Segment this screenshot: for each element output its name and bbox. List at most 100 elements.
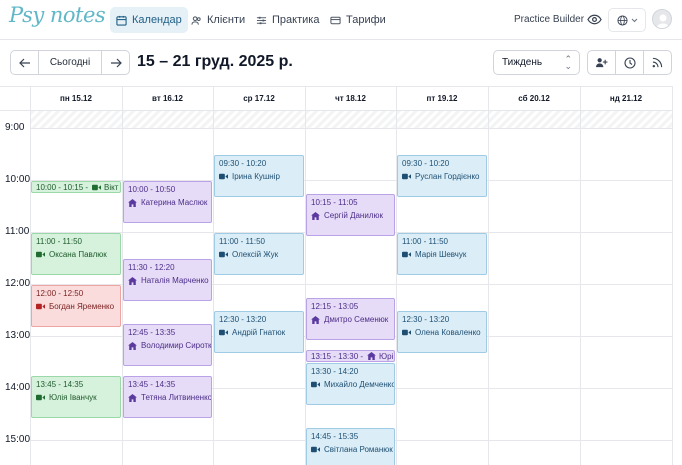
- event-client: Світлана Романюк: [311, 444, 393, 455]
- history-button[interactable]: [615, 50, 644, 75]
- all-day-slot[interactable]: [31, 111, 122, 128]
- nav-clients[interactable]: Клієнти: [185, 7, 251, 33]
- appointment-event[interactable]: 12:45 - 13:35 Володимир Сироткін: [123, 324, 212, 367]
- day-header[interactable]: сб 20.12: [488, 86, 580, 110]
- event-client-name: Михайло Демченко: [324, 380, 395, 389]
- today-button[interactable]: Сьогодні: [38, 50, 102, 75]
- home-icon: [128, 393, 137, 402]
- appointment-event[interactable]: 14:45 - 15:35 Світлана Романюк: [306, 428, 395, 465]
- event-time: 12:00 - 12:50: [36, 289, 84, 298]
- eye-icon[interactable]: [586, 12, 602, 26]
- user-avatar[interactable]: [652, 9, 672, 29]
- nav-calendar-label: Календар: [132, 14, 182, 26]
- all-day-slot[interactable]: [581, 111, 672, 128]
- next-week-button[interactable]: [101, 50, 130, 75]
- calendar-scrollbar[interactable]: [672, 86, 682, 465]
- nav-tariffs-label: Тарифи: [346, 14, 386, 26]
- all-day-slot[interactable]: [397, 111, 488, 128]
- app-logo[interactable]: Psy notes: [9, 3, 106, 27]
- appointment-event[interactable]: 10:00 - 10:15 - Вікт: [31, 181, 121, 193]
- clock-icon: [623, 56, 636, 69]
- users-icon: [191, 15, 201, 25]
- day-header[interactable]: вт 16.12: [122, 86, 213, 110]
- event-time: 12:30 - 13:20: [219, 315, 267, 324]
- day-column-divider: [213, 86, 214, 465]
- day-header[interactable]: чт 18.12: [305, 86, 396, 110]
- hour-label: 13:00: [5, 330, 31, 341]
- appointment-event[interactable]: 12:00 - 12:50 Богдан Яременко: [31, 285, 121, 328]
- appointment-event[interactable]: 11:00 - 11:50 Олексій Жук: [214, 233, 304, 276]
- event-client: Дмитро Семенюк: [311, 314, 390, 325]
- appointment-event[interactable]: 11:30 - 12:20 Наталія Марченко: [123, 259, 212, 302]
- event-client-name: Богдан Яременко: [49, 302, 115, 311]
- nav-calendar[interactable]: Календар: [110, 7, 188, 33]
- event-client-name: Андрій Гнатюк: [232, 328, 286, 337]
- day-column-divider: [580, 86, 581, 465]
- day-header[interactable]: пт 19.12: [396, 86, 488, 110]
- event-time: 10:00 - 10:15 -: [36, 182, 89, 192]
- arrow-left-icon: [18, 58, 30, 67]
- video-icon: [219, 173, 228, 180]
- add-client-button[interactable]: [587, 50, 616, 75]
- appointment-event[interactable]: 13:15 - 13:30 - Юрі: [306, 350, 395, 362]
- event-client-name: Ірина Кушнір: [232, 172, 280, 181]
- hour-label: 15:00: [5, 434, 31, 445]
- event-time: 10:15 - 11:05: [311, 198, 358, 207]
- video-icon: [219, 251, 228, 258]
- appointment-event[interactable]: 13:45 - 14:35 Юлія Іванчук: [31, 376, 121, 419]
- event-client: Юрі: [367, 352, 393, 361]
- event-client-name: Дмитро Семенюк: [324, 315, 389, 324]
- event-client: Оксана Павлюк: [36, 249, 116, 260]
- event-time: 11:00 - 11:50: [219, 237, 265, 246]
- day-header[interactable]: пн 15.12: [30, 86, 122, 110]
- event-client: Олексій Жук: [219, 249, 299, 260]
- appointment-event[interactable]: 11:00 - 11:50 Марія Шевчук: [397, 233, 487, 276]
- event-client: Марія Шевчук: [402, 249, 482, 260]
- all-day-slot[interactable]: [214, 111, 305, 128]
- date-range-title: 15 – 21 груд. 2025 р.: [137, 53, 293, 70]
- video-icon: [92, 184, 102, 190]
- prev-week-button[interactable]: [10, 50, 39, 75]
- day-column-divider: [488, 86, 489, 465]
- language-selector[interactable]: [608, 8, 646, 32]
- event-client: Вікт: [92, 183, 118, 192]
- all-day-slot[interactable]: [123, 111, 213, 128]
- event-client-name: Олена Коваленко: [415, 328, 481, 337]
- event-client-name: Марія Шевчук: [415, 250, 467, 259]
- home-icon: [128, 341, 137, 350]
- day-header[interactable]: ср 17.12: [213, 86, 305, 110]
- home-icon: [311, 315, 320, 324]
- appointment-event[interactable]: 10:15 - 11:05 Сергій Данилюк: [306, 194, 395, 237]
- event-client-name: Юлія Іванчук: [49, 393, 97, 402]
- nav-practice[interactable]: Практика: [250, 7, 325, 33]
- arrow-right-icon: [110, 58, 122, 67]
- appointment-event[interactable]: 11:00 - 11:50 Оксана Павлюк: [31, 233, 121, 276]
- appointment-event[interactable]: 09:30 - 10:20 Руслан Гордієнко: [397, 155, 487, 198]
- practice-builder-link[interactable]: Practice Builder: [514, 14, 584, 25]
- event-time: 10:00 - 10:50: [128, 185, 176, 194]
- appointment-event[interactable]: 12:30 - 13:20 Олена Коваленко: [397, 311, 487, 354]
- event-time: 12:15 - 13:05: [311, 302, 359, 311]
- appointment-event[interactable]: 09:30 - 10:20 Ірина Кушнір: [214, 155, 304, 198]
- appointment-event[interactable]: 13:45 - 14:35 Тетяна Литвиненко: [123, 376, 212, 419]
- all-day-slot[interactable]: [489, 111, 580, 128]
- all-day-slot[interactable]: [306, 111, 396, 128]
- event-client-name: Сергій Данилюк: [324, 211, 383, 220]
- event-time: 13:45 - 14:35: [36, 380, 84, 389]
- event-client: Сергій Данилюк: [311, 210, 390, 221]
- nav-tariffs[interactable]: Тарифи: [324, 7, 392, 33]
- hour-label: 12:00: [5, 278, 31, 289]
- event-client: Андрій Гнатюк: [219, 327, 299, 338]
- event-time: 09:30 - 10:20: [402, 159, 450, 168]
- subscribe-feed-button[interactable]: [643, 50, 672, 75]
- event-client-name: Наталія Марченко: [141, 276, 209, 285]
- view-select[interactable]: Тиждень ⌃ ⌄: [493, 50, 580, 75]
- appointment-event[interactable]: 12:30 - 13:20 Андрій Гнатюк: [214, 311, 304, 354]
- day-header[interactable]: нд 21.12: [580, 86, 672, 110]
- hour-label: 10:00: [5, 174, 31, 185]
- video-icon: [311, 381, 320, 388]
- appointment-event[interactable]: 13:30 - 14:20 Михайло Демченко: [306, 363, 395, 406]
- appointment-event[interactable]: 10:00 - 10:50 Катерина Маслюк: [123, 181, 212, 224]
- appointment-event[interactable]: 12:15 - 13:05 Дмитро Семенюк: [306, 298, 395, 341]
- video-icon: [402, 251, 411, 258]
